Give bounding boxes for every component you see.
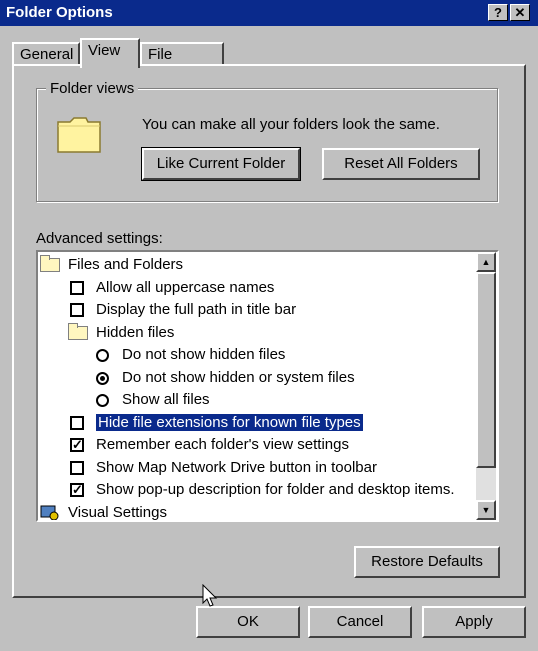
advanced-setting-item[interactable]: ✓ Remember each folder's view settings <box>70 434 349 456</box>
restore-defaults-label: Restore Defaults <box>371 553 483 570</box>
checkbox-unchecked[interactable] <box>70 280 84 295</box>
radio-selected[interactable] <box>96 371 109 385</box>
advanced-settings-scrollbar[interactable]: ▲ ▼ <box>476 252 496 520</box>
advanced-setting-label: Do not show hidden or system files <box>122 368 355 386</box>
folder-options-window: Folder Options ? ✕ General View File Typ… <box>0 0 538 651</box>
folder-views-group <box>36 88 498 202</box>
advanced-setting-item[interactable]: Do not show hidden or system files <box>96 367 355 389</box>
mouse-cursor-icon <box>202 583 218 612</box>
folder-icon <box>68 322 88 340</box>
apply-button[interactable]: Apply <box>422 606 526 638</box>
like-current-folder-button[interactable]: Like Current Folder <box>141 147 301 181</box>
close-button[interactable]: ✕ <box>510 4 530 21</box>
restore-defaults-button[interactable]: Restore Defaults <box>354 546 500 578</box>
advanced-setting-label: Show Map Network Drive button in toolbar <box>96 458 377 476</box>
folder-views-legend: Folder views <box>46 80 139 97</box>
checkbox-checked[interactable]: ✓ <box>70 438 84 452</box>
advanced-setting-label: Do not show hidden files <box>122 346 286 363</box>
gear-icon <box>40 505 60 520</box>
radio-unselected[interactable] <box>96 394 109 407</box>
advanced-setting-label: Files and Folders <box>68 256 184 273</box>
folder-icon <box>40 255 60 272</box>
help-button[interactable]: ? <box>488 4 508 21</box>
checkbox-unchecked[interactable] <box>70 303 84 317</box>
advanced-setting-label: Display the full path in title bar <box>96 301 297 318</box>
reset-all-folders-label: Reset All Folders <box>344 155 458 172</box>
like-current-folder-label: Like Current Folder <box>156 155 286 172</box>
tab-view[interactable]: View <box>80 38 140 68</box>
advanced-settings-label: Advanced settings: <box>36 230 163 247</box>
advanced-setting-label: Show all files <box>122 391 210 408</box>
advanced-setting-label: Allow all uppercase names <box>96 278 275 296</box>
apply-label: Apply <box>455 613 493 630</box>
ok-label: OK <box>237 613 259 630</box>
checkbox-unchecked[interactable] <box>70 415 84 430</box>
advanced-setting-item[interactable]: Files and Folders <box>40 254 184 276</box>
advanced-setting-label: Show pop-up description for folder and d… <box>96 481 455 498</box>
advanced-setting-item[interactable]: Hidden files <box>68 322 175 344</box>
cancel-button[interactable]: Cancel <box>308 606 412 638</box>
advanced-setting-item[interactable]: Display the full path in title bar <box>70 299 297 321</box>
advanced-setting-item[interactable]: Show all files <box>96 389 210 411</box>
cancel-label: Cancel <box>336 613 384 630</box>
scroll-thumb[interactable] <box>476 272 496 468</box>
folder-views-text: You can make all your folders look the s… <box>142 116 440 133</box>
advanced-setting-item[interactable]: Allow all uppercase names <box>70 277 275 299</box>
advanced-setting-item[interactable]: Do not show hidden files <box>96 344 286 366</box>
title-bar[interactable]: Folder Options ? ✕ <box>0 0 538 26</box>
radio-unselected[interactable] <box>96 349 109 362</box>
folder-icon <box>56 114 102 154</box>
advanced-setting-item[interactable]: Show Map Network Drive button in toolbar <box>70 457 377 479</box>
advanced-setting-label: Hide file extensions for known file type… <box>95 412 364 432</box>
advanced-setting-label: Visual Settings <box>68 503 167 521</box>
advanced-setting-item[interactable]: ✓ Show pop-up description for folder and … <box>70 479 455 501</box>
advanced-setting-item[interactable]: Hide file extensions for known file type… <box>70 412 364 434</box>
advanced-setting-item[interactable]: Visual Settings <box>40 502 167 521</box>
advanced-settings-list[interactable]: Files and Folders Allow all uppercase nam… <box>36 250 499 522</box>
checkbox-unchecked[interactable] <box>70 460 84 475</box>
scroll-up-button[interactable]: ▲ <box>476 252 496 272</box>
window-title: Folder Options <box>6 4 113 21</box>
reset-all-folders-button[interactable]: Reset All Folders <box>322 148 480 180</box>
checkbox-checked[interactable]: ✓ <box>70 483 84 497</box>
advanced-setting-label: Remember each folder's view settings <box>96 436 349 453</box>
advanced-setting-label: Hidden files <box>96 323 175 341</box>
scroll-down-button[interactable]: ▼ <box>476 500 496 520</box>
